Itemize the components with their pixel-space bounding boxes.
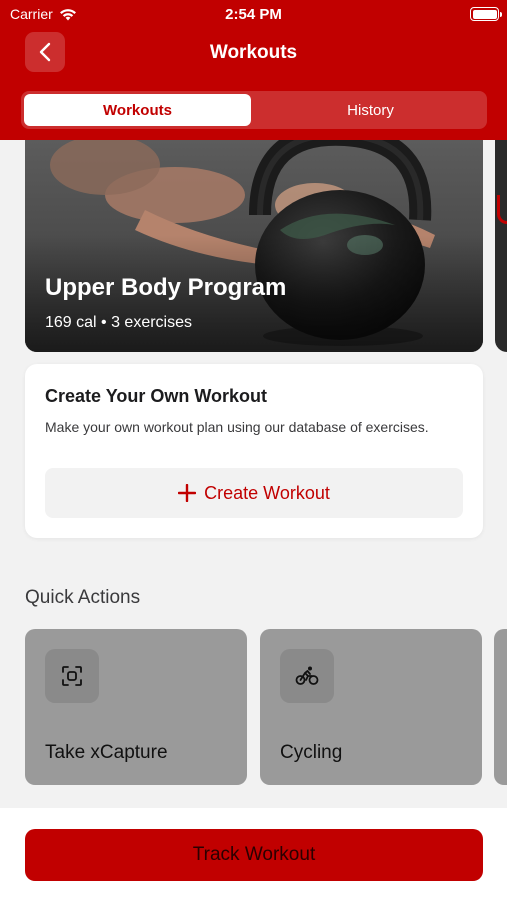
tab-history[interactable]: History xyxy=(257,94,484,126)
plus-icon xyxy=(178,484,197,502)
status-time: 2:54 PM xyxy=(225,6,282,23)
tab-switcher: Workouts History xyxy=(21,91,487,129)
header: Carrier 2:54 PM Workouts Workouts Histor… xyxy=(0,0,507,140)
quick-action-label: Cycling xyxy=(280,742,343,763)
quick-action-label: Take xCapture xyxy=(45,742,168,763)
program-title: Upper Body Program xyxy=(45,274,287,301)
battery-icon xyxy=(470,7,502,21)
create-workout-button[interactable]: Create Workout xyxy=(45,468,463,518)
create-workout-title: Create Your Own Workout xyxy=(45,386,268,406)
scan-icon-container xyxy=(45,649,99,703)
tab-workouts[interactable]: Workouts xyxy=(24,94,251,126)
program-card[interactable]: Upper Body Program 169 cal • 3 exercises xyxy=(25,140,483,352)
quick-action-cycling[interactable]: Cycling xyxy=(260,629,482,785)
cycling-icon xyxy=(295,666,319,685)
bottom-bar: Track Workout xyxy=(0,808,507,900)
quick-action-xcapture[interactable]: Take xCapture xyxy=(25,629,247,785)
track-workout-button[interactable]: Track Workout xyxy=(25,829,483,881)
create-workout-card: Create Your Own Workout Make your own wo… xyxy=(25,364,483,538)
quick-actions-title: Quick Actions xyxy=(25,587,141,608)
cycling-icon-container xyxy=(280,649,334,703)
program-meta: 169 cal • 3 exercises xyxy=(45,314,193,331)
next-quick-action-card[interactable] xyxy=(494,629,507,785)
scan-icon xyxy=(62,666,82,686)
page-title: Workouts xyxy=(209,42,298,63)
create-workout-label: Create Workout xyxy=(204,482,330,503)
create-workout-description: Make your own workout plan using our dat… xyxy=(45,419,429,435)
next-program-card[interactable] xyxy=(495,140,507,352)
battery-level xyxy=(472,9,497,19)
status-bar: Carrier 2:54 PM xyxy=(0,0,507,28)
